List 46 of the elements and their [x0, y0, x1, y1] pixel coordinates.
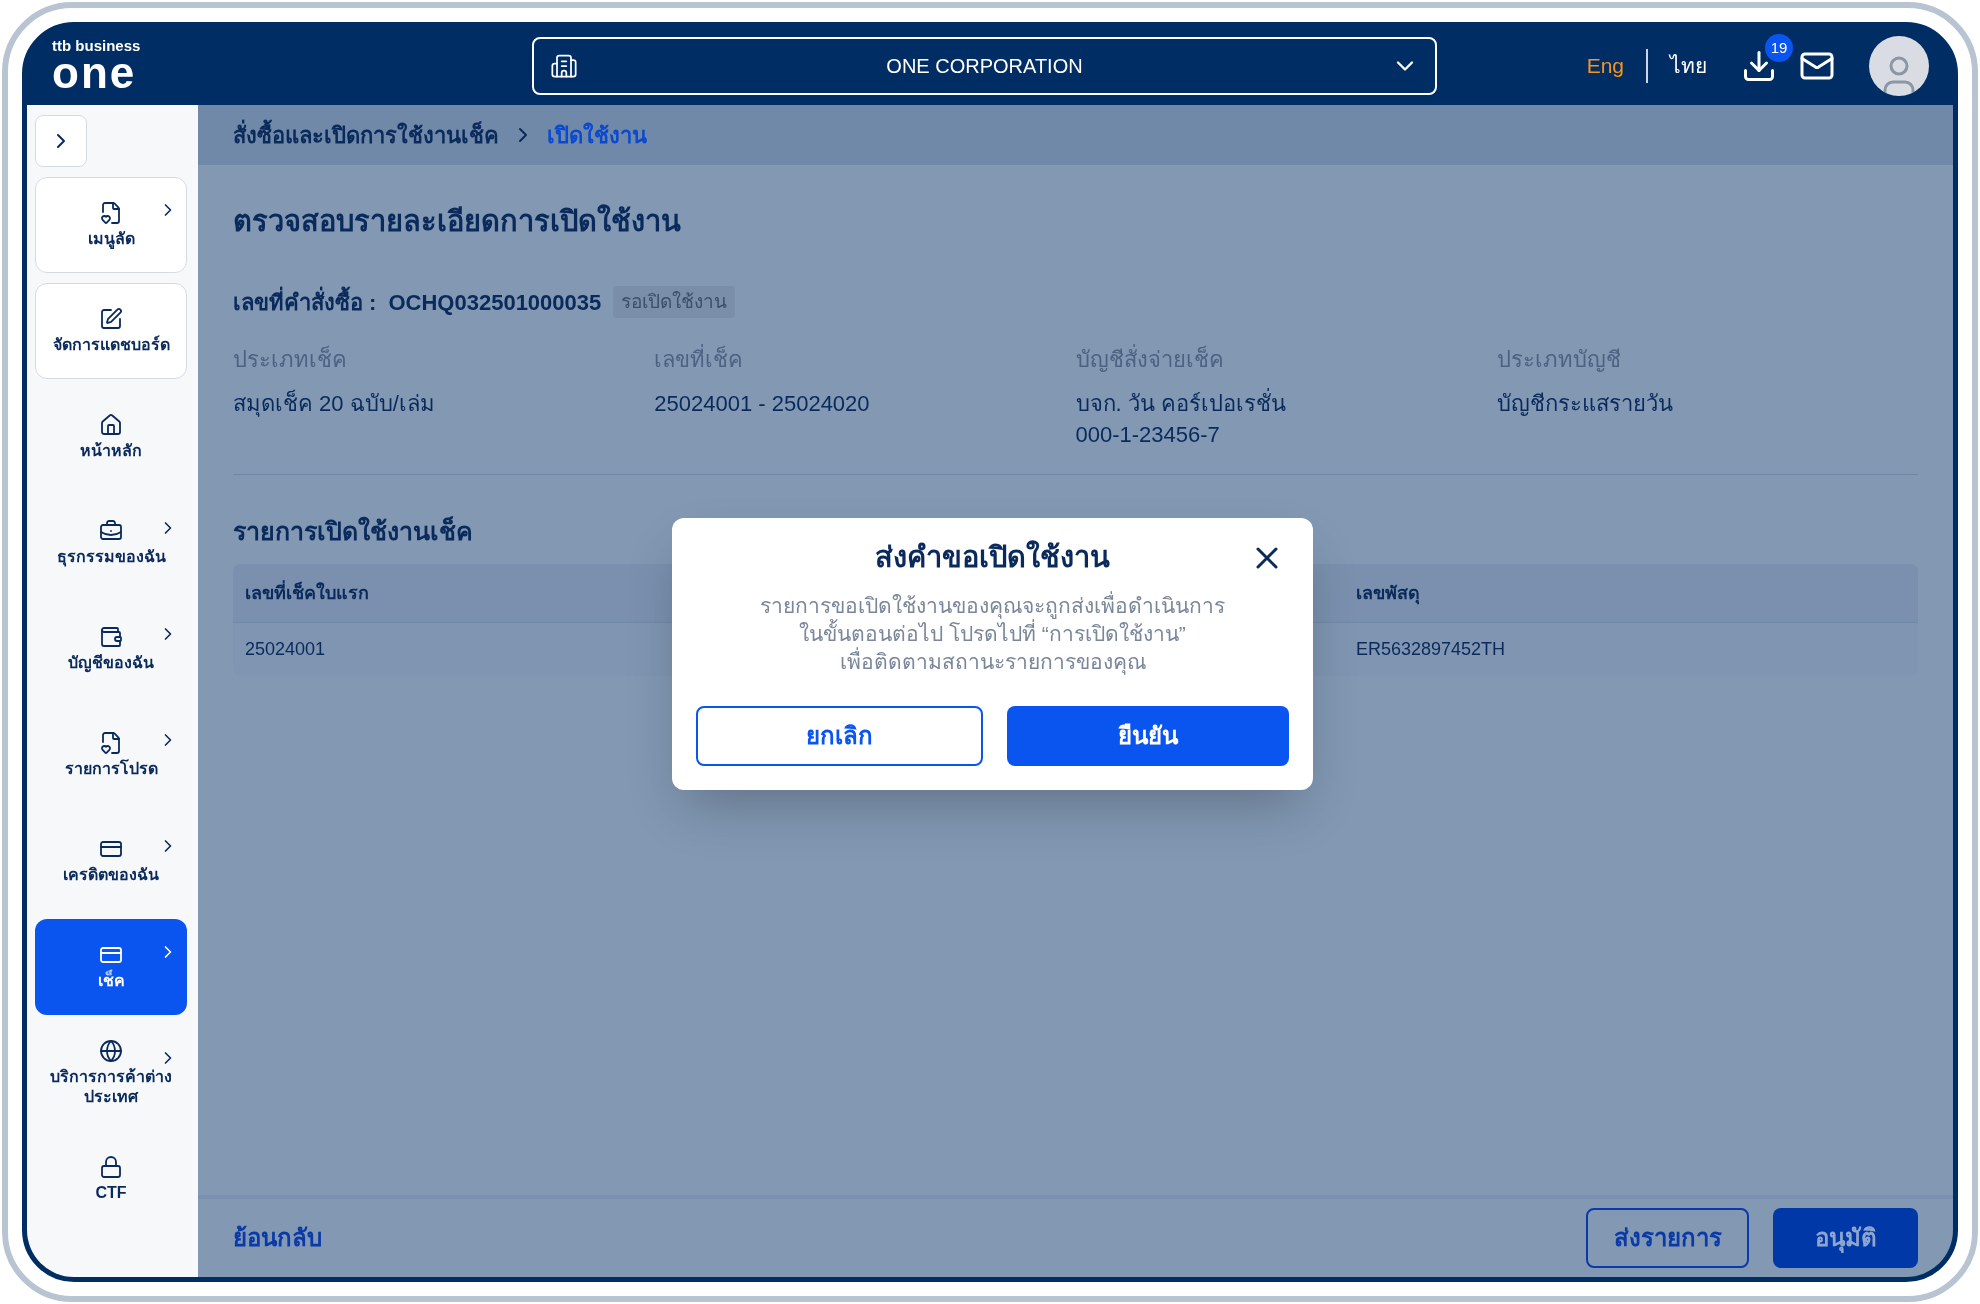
company-selector[interactable]: ONE CORPORATION: [532, 37, 1437, 95]
notification-badge: 19: [1765, 34, 1793, 62]
sidebar-item[interactable]: จัดการแดชบอร์ด: [35, 283, 187, 379]
field-value: 000-1-23456-7: [1075, 420, 1221, 449]
confirm-button[interactable]: ยืนยัน: [1006, 705, 1289, 766]
file-heart-icon: [99, 731, 123, 755]
language-option[interactable]: Eng: [1586, 50, 1624, 82]
field-value: บัญชีกระแสรายวัน: [1496, 389, 1674, 418]
column-header: เลขที่เช็คใบแรก: [245, 579, 369, 605]
edit-icon: [99, 307, 123, 331]
breadcrumb-link[interactable]: สั่งซื้อและเปิดการใช้งานเช็ค: [233, 118, 499, 152]
dialog-title: ส่งคำขอเปิดใช้งาน: [875, 539, 1110, 575]
sidebar-item[interactable]: เช็ค: [35, 919, 187, 1015]
sidebar-item[interactable]: ธุรกรรมของฉัน: [35, 495, 187, 591]
file-heart-icon: [99, 201, 123, 225]
cancel-button[interactable]: ยกเลิก: [696, 705, 983, 766]
field-value: 25024001 - 25024020: [654, 389, 871, 418]
briefcase-icon: [99, 519, 123, 543]
table-cell-text: ER5632897452TH: [1356, 638, 1506, 661]
approve-button[interactable]: อนุมัติ: [1773, 1208, 1918, 1268]
logo-wordmark: one: [52, 50, 137, 95]
sidebar-item[interactable]: เมนูลัด: [35, 177, 187, 273]
lock-icon: [99, 1155, 123, 1179]
field-value: บจก. วัน คอร์เปอเรชั่น: [1075, 387, 1287, 418]
page-title: ตรวจสอบรายละเอียดการเปิดใช้งาน: [233, 203, 682, 239]
avatar[interactable]: [1869, 36, 1929, 96]
sidebar-item[interactable]: บริการการค้าต่างประเทศ: [35, 1025, 187, 1121]
dialog-message: รายการขอเปิดใช้งานของคุณจะถูกส่งเพื่อดำเนินการ ในขั้นตอนต่อไป โปรดไปที่ “การเปิดใช้งาน” เพื่อติดตามสถานะรายการของคุณ: [760, 591, 1225, 676]
sidebar-item[interactable]: บัญชีของฉัน: [35, 601, 187, 697]
order-number: OCHQ032501000035: [388, 288, 602, 317]
field-value: สมุดเช็ค 20 ฉบับ/เล่ม: [233, 388, 436, 419]
order-number-label: เลขที่คำสั่งซื้อ :: [233, 285, 377, 319]
sidebar-item[interactable]: หน้าหลัก: [35, 389, 187, 485]
sidebar-item[interactable]: เครดิตของฉัน: [35, 813, 187, 909]
globe-icon: [99, 1039, 123, 1063]
table-cell-text: 25024001: [245, 638, 326, 661]
sidebar-item[interactable]: รายการโปรด: [35, 707, 187, 803]
logo-tagline: ttb business: [52, 37, 142, 53]
column-header: เลขพัสดุ: [1356, 581, 1420, 607]
status-badge: รอเปิดใช้งาน: [613, 285, 736, 319]
building-icon: [550, 52, 578, 80]
section-title: รายการเปิดใช้งานเช็ค: [233, 515, 474, 547]
wallet-icon: [99, 625, 123, 649]
sidebar-item[interactable]: CTF: [35, 1131, 187, 1227]
home-icon: [99, 413, 123, 437]
language-option[interactable]: ไทย: [1670, 50, 1707, 82]
